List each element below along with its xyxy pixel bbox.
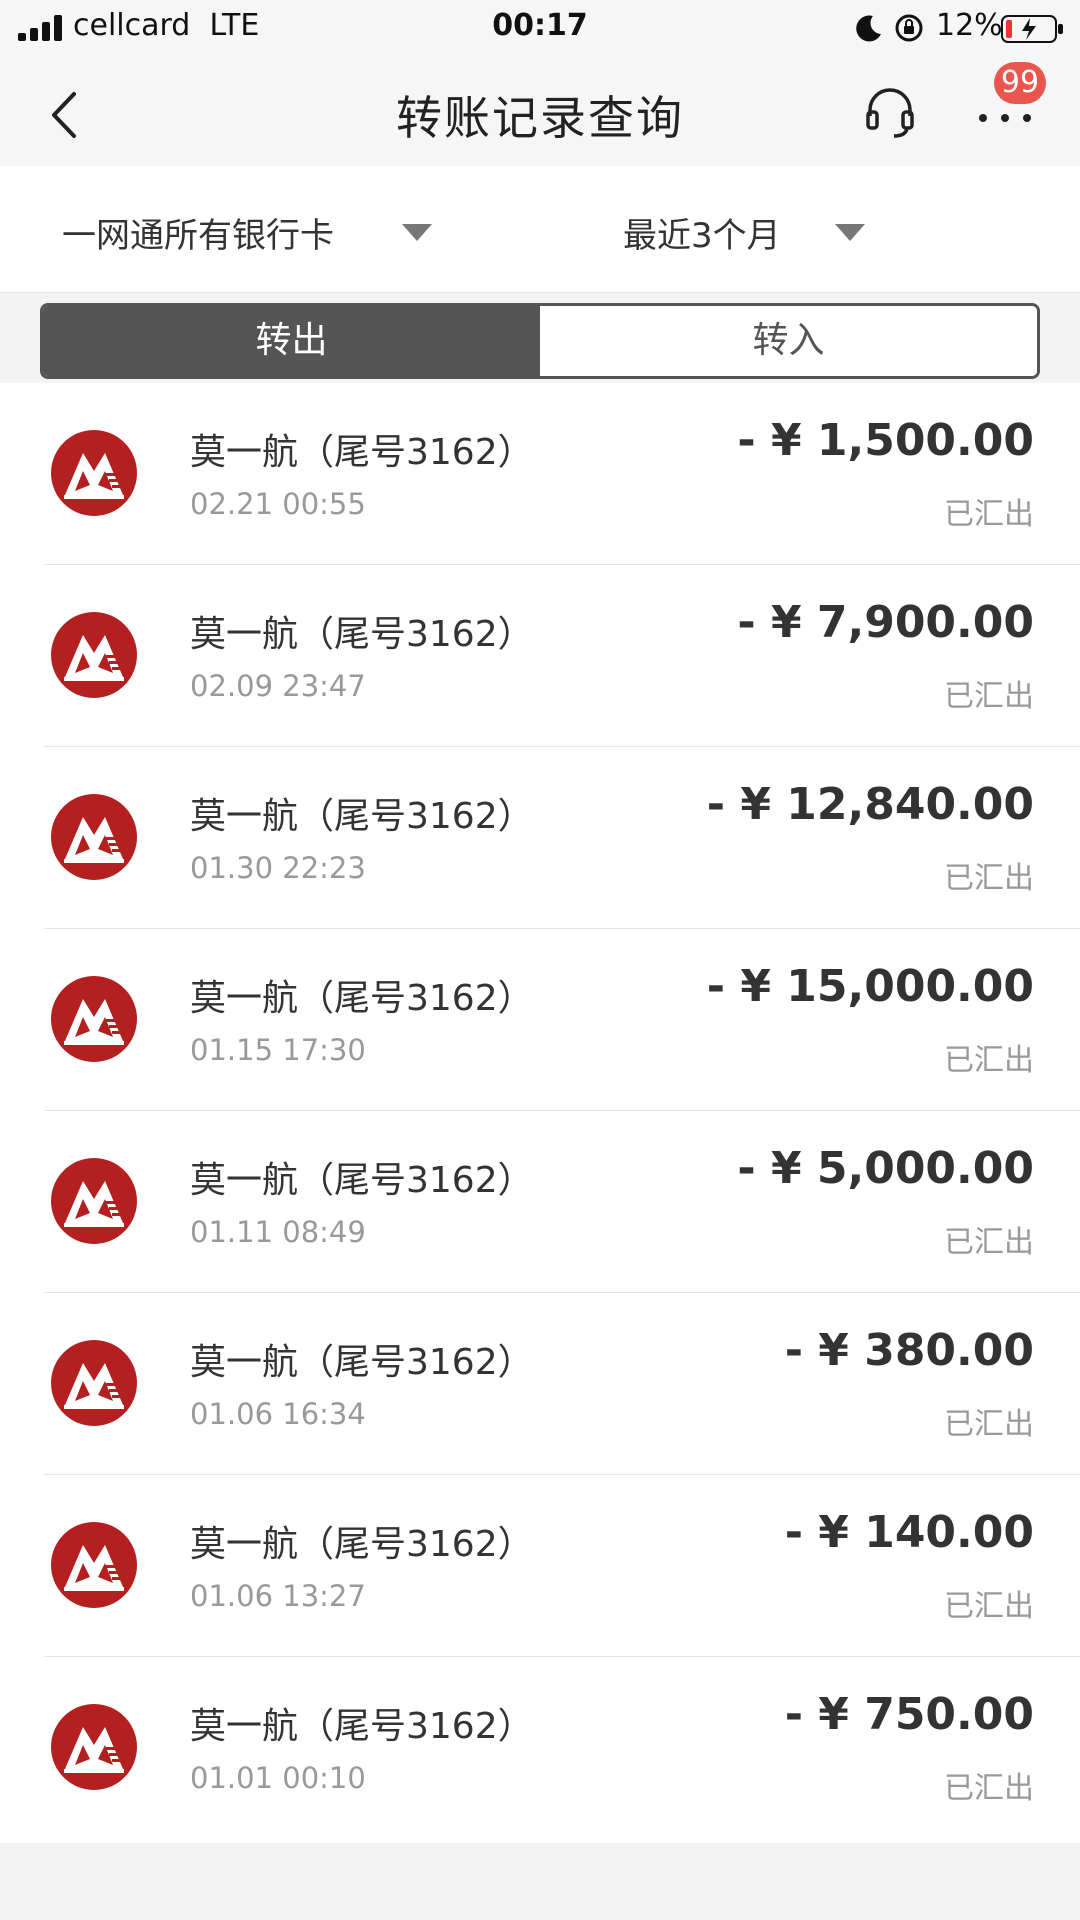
- bank-logo-icon: [50, 793, 138, 881]
- segment-area: 转出 转入: [0, 293, 1080, 383]
- payee-name: 莫一航（尾号3162）: [190, 1524, 534, 1565]
- bank-logo-icon: [50, 1521, 138, 1609]
- transaction-status: 已汇出: [944, 861, 1034, 896]
- transaction-date: 01.06 13:27: [190, 1579, 366, 1613]
- nav-bar: 转账记录查询: [0, 60, 1080, 166]
- chevron-down-icon[interactable]: [835, 224, 865, 241]
- transaction-row[interactable]: 莫一航（尾号3162） 01.06 16:34 - ¥ 380.00 已汇出: [0, 1293, 1080, 1475]
- payee-name: 莫一航（尾号3162）: [190, 1706, 534, 1747]
- tab-transfer-in[interactable]: 转入: [540, 306, 1037, 376]
- transaction-amount: - ¥ 380.00: [784, 1325, 1034, 1376]
- transaction-date: 01.30 22:23: [190, 851, 366, 885]
- bank-logo-icon: [50, 1703, 138, 1791]
- transaction-amount: - ¥ 1,500.00: [737, 415, 1034, 466]
- bank-logo-icon: [50, 1157, 138, 1245]
- transaction-amount: - ¥ 750.00: [784, 1689, 1034, 1740]
- transaction-date: 02.21 00:55: [190, 487, 366, 521]
- transaction-date: 01.06 16:34: [190, 1397, 366, 1431]
- notification-badge: 99: [994, 62, 1046, 104]
- transaction-status: 已汇出: [944, 1407, 1034, 1442]
- rotation-lock-icon: [895, 14, 923, 42]
- payee-name: 莫一航（尾号3162）: [190, 796, 534, 837]
- transaction-status: 已汇出: [944, 679, 1034, 714]
- bank-logo-icon: [50, 429, 138, 517]
- payee-name: 莫一航（尾号3162）: [190, 1342, 534, 1383]
- transaction-date: 02.09 23:47: [190, 669, 366, 703]
- transaction-row[interactable]: 莫一航（尾号3162） 01.01 00:10 - ¥ 750.00 已汇出: [0, 1657, 1080, 1839]
- transaction-list: 莫一航（尾号3162） 02.21 00:55 - ¥ 1,500.00 已汇出…: [0, 383, 1080, 1843]
- transaction-date: 01.11 08:49: [190, 1215, 366, 1249]
- payee-name: 莫一航（尾号3162）: [190, 1160, 534, 1201]
- transaction-row[interactable]: 莫一航（尾号3162） 01.30 22:23 - ¥ 12,840.00 已汇…: [0, 747, 1080, 929]
- transaction-amount: - ¥ 5,000.00: [737, 1143, 1034, 1194]
- transaction-row[interactable]: 莫一航（尾号3162） 02.09 23:47 - ¥ 7,900.00 已汇出: [0, 565, 1080, 747]
- transaction-status: 已汇出: [944, 1589, 1034, 1624]
- payee-name: 莫一航（尾号3162）: [190, 614, 534, 655]
- transaction-amount: - ¥ 140.00: [784, 1507, 1034, 1558]
- transaction-row[interactable]: 莫一航（尾号3162） 01.11 08:49 - ¥ 5,000.00 已汇出: [0, 1111, 1080, 1293]
- chevron-down-icon[interactable]: [402, 224, 432, 241]
- bank-logo-icon: [50, 611, 138, 699]
- transaction-status: 已汇出: [944, 1771, 1034, 1806]
- tab-transfer-out[interactable]: 转出: [43, 306, 540, 376]
- transaction-status: 已汇出: [944, 497, 1034, 532]
- transaction-amount: - ¥ 7,900.00: [737, 597, 1034, 648]
- transaction-amount: - ¥ 12,840.00: [706, 779, 1034, 830]
- transaction-date: 01.15 17:30: [190, 1033, 366, 1067]
- transaction-row[interactable]: 莫一航（尾号3162） 02.21 00:55 - ¥ 1,500.00 已汇出: [0, 383, 1080, 565]
- period-filter-dropdown[interactable]: 最近3个月: [623, 208, 781, 257]
- payee-name: 莫一航（尾号3162）: [190, 978, 534, 1019]
- headset-icon[interactable]: [862, 84, 918, 140]
- battery-percentage: 12%: [936, 8, 1003, 43]
- transaction-status: 已汇出: [944, 1225, 1034, 1260]
- card-filter-dropdown[interactable]: 一网通所有银行卡: [62, 208, 334, 257]
- bank-logo-icon: [50, 975, 138, 1063]
- status-bar: cellcard LTE 00:17 12%: [0, 0, 1080, 60]
- transaction-date: 01.01 00:10: [190, 1761, 366, 1795]
- bank-logo-icon: [50, 1339, 138, 1427]
- filter-bar: 一网通所有银行卡 最近3个月: [0, 166, 1080, 293]
- battery-icon: [1001, 15, 1063, 43]
- moon-icon: [856, 15, 881, 42]
- transfer-direction-tabs: 转出 转入: [40, 303, 1040, 379]
- transaction-row[interactable]: 莫一航（尾号3162） 01.06 13:27 - ¥ 140.00 已汇出: [0, 1475, 1080, 1657]
- transaction-amount: - ¥ 15,000.00: [706, 961, 1034, 1012]
- payee-name: 莫一航（尾号3162）: [190, 432, 534, 473]
- transaction-status: 已汇出: [944, 1043, 1034, 1078]
- transaction-row[interactable]: 莫一航（尾号3162） 01.15 17:30 - ¥ 15,000.00 已汇…: [0, 929, 1080, 1111]
- page-title: 转账记录查询: [396, 91, 684, 145]
